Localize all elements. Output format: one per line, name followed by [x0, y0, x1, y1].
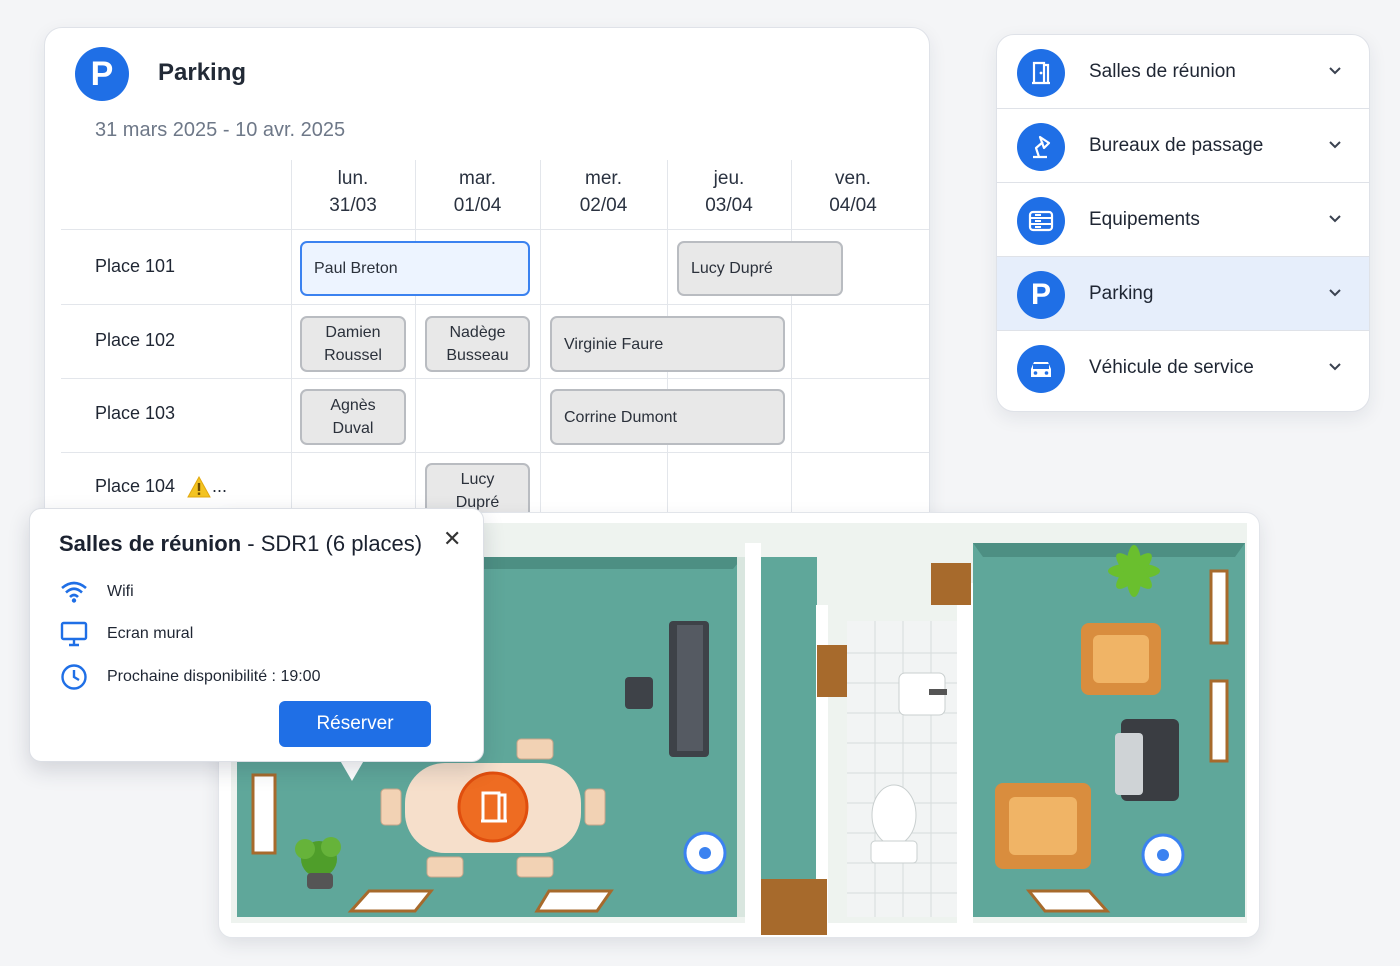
car-icon [1017, 345, 1065, 393]
place-more[interactable]: ... [212, 476, 227, 497]
reservation-block[interactable]: Damien Roussel [300, 316, 406, 372]
parking-icon: P [1017, 271, 1065, 319]
equipment-icon [1017, 197, 1065, 245]
grid-line [61, 304, 929, 305]
chevron-down-icon [1329, 67, 1341, 75]
reservation-name: Damien Roussel [324, 324, 382, 364]
chevron-down-icon [1329, 215, 1341, 223]
reservation-block[interactable]: Lucy Dupré [677, 241, 843, 296]
reservation-block[interactable]: Nadège Busseau [425, 316, 530, 372]
chevron-down-icon [1329, 141, 1341, 149]
parking-schedule-card: P Parking 31 mars 2025 - 10 avr. 2025 lu… [44, 27, 930, 537]
book-button[interactable]: Réserver [279, 701, 431, 747]
place-label: Place 102 [95, 330, 176, 350]
day-name: mer. [585, 168, 622, 189]
reservation-block[interactable]: Virginie Faure [550, 316, 785, 372]
date-range[interactable]: 31 mars 2025 - 10 avr. 2025 [95, 119, 345, 142]
room-detail-popup: Salles de réunion - SDR1 (6 places) ✕ Wi… [29, 508, 484, 762]
day-header-mon: lun. 31/03 [291, 165, 415, 219]
day-header-wed: mer. 02/04 [540, 165, 667, 219]
wifi-icon [61, 581, 87, 603]
reservation-name: Nadège Busseau [446, 324, 509, 364]
feature-wall-screen: Ecran mural [60, 621, 193, 647]
reservation-block[interactable]: Corrine Dumont [550, 389, 785, 445]
chevron-down-icon [1329, 363, 1341, 371]
place-label: Place 104 [95, 476, 176, 496]
day-name: ven. [835, 168, 871, 189]
day-date: 02/04 [579, 195, 628, 216]
menu-item-label: Parking [1089, 283, 1154, 304]
feature-label: Prochaine disponibilité : 19:00 [107, 668, 321, 685]
reservation-name: Corrine Dumont [564, 408, 677, 426]
door-icon [1017, 49, 1065, 97]
monitor-icon [60, 621, 88, 647]
reservation-name: Paul Breton [314, 260, 398, 277]
feature-next-availability: Prochaine disponibilité : 19:00 [60, 663, 320, 691]
selected-room-marker [457, 771, 529, 843]
reservation-name: Agnès Duval [330, 397, 376, 437]
parking-badge-icon: P [75, 47, 129, 101]
day-date: 01/04 [453, 195, 502, 216]
day-name: mar. [459, 168, 496, 189]
menu-item-meeting-rooms[interactable]: Salles de réunion [997, 35, 1369, 109]
day-date: 03/04 [705, 195, 753, 216]
day-date: 31/03 [329, 195, 377, 216]
place-label: Place 101 [95, 256, 176, 276]
reservation-name: Lucy Dupré [691, 260, 773, 277]
warning-icon [187, 476, 211, 498]
day-header-thu: jeu. 03/04 [667, 165, 791, 219]
reservation-block[interactable]: Paul Breton [300, 241, 530, 296]
menu-item-hot-desks[interactable]: Bureaux de passage [997, 109, 1369, 183]
menu-item-service-vehicle[interactable]: Véhicule de service [997, 331, 1369, 405]
day-name: jeu. [713, 168, 745, 189]
chevron-down-icon [1329, 289, 1341, 297]
feature-label: Wifi [107, 583, 134, 600]
grid-line [61, 229, 929, 230]
menu-item-label: Equipements [1089, 209, 1200, 230]
schedule-title: Parking [158, 59, 247, 86]
desk-lamp-icon [1017, 123, 1065, 171]
menu-item-label: Bureaux de passage [1089, 135, 1264, 156]
reservation-block[interactable]: Agnès Duval [300, 389, 406, 445]
day-header-tue: mar. 01/04 [415, 165, 540, 219]
menu-item-equipment[interactable]: Equipements [997, 183, 1369, 257]
menu-item-label: Salles de réunion [1089, 61, 1236, 82]
close-icon[interactable]: ✕ [443, 526, 461, 552]
place-label: Place 103 [95, 403, 176, 423]
day-name: lun. [337, 168, 369, 189]
feature-wifi: Wifi [60, 580, 134, 604]
bathroom-floor [847, 621, 957, 917]
feature-label: Ecran mural [107, 625, 194, 642]
reservation-name: Virginie Faure [564, 335, 664, 353]
popup-title: Salles de réunion - SDR1 (6 places) [59, 531, 423, 556]
clock-icon [61, 664, 87, 690]
resource-category-menu: Salles de réunion Bureaux de passage Equ… [996, 34, 1370, 412]
day-header-fri: ven. 04/04 [791, 165, 915, 219]
door-frame [761, 879, 827, 935]
menu-item-label: Véhicule de service [1089, 357, 1254, 378]
menu-item-parking[interactable]: P Parking [997, 257, 1369, 331]
grid-line [61, 452, 929, 453]
grid-line [61, 378, 929, 379]
day-date: 04/04 [829, 195, 877, 216]
